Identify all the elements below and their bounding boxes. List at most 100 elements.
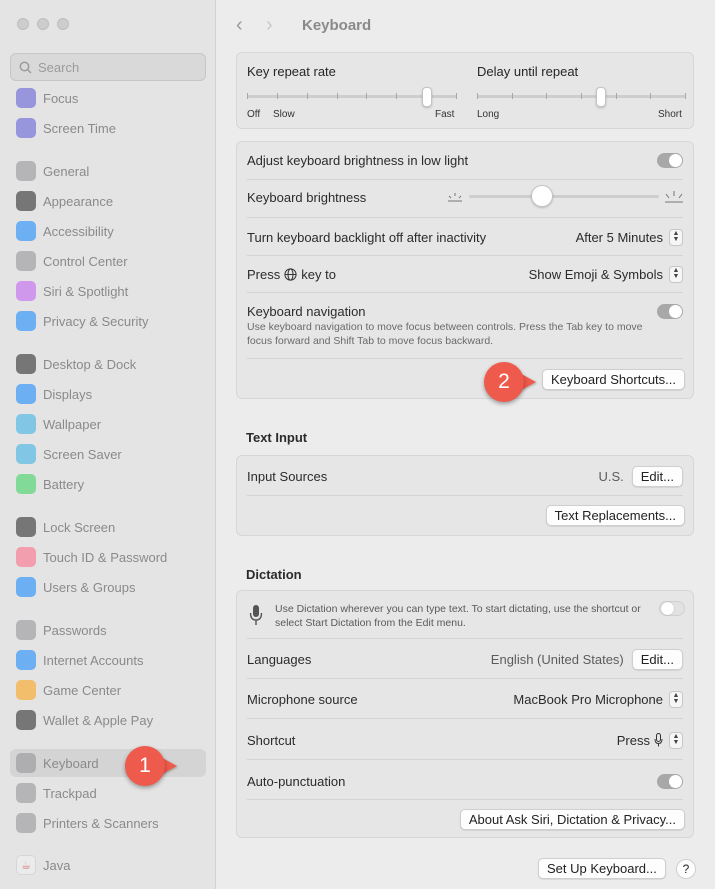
- auto-punctuation-toggle[interactable]: [657, 773, 683, 789]
- divider: [247, 179, 683, 180]
- sidebar-item-label: Wallpaper: [43, 416, 102, 432]
- sidebar: Search Focus Screen Time General Appearance…: [0, 0, 216, 889]
- search-placeholder: Search: [38, 59, 80, 75]
- microphone-source-row: Microphone source MacBook Pro Microphone…: [247, 689, 683, 709]
- sidebar-item-general[interactable]: General: [10, 157, 206, 185]
- fingerprint-icon: [16, 547, 36, 567]
- divider: [247, 759, 683, 760]
- sidebar-item-control-center[interactable]: Control Center: [10, 247, 206, 275]
- brightness-slider[interactable]: [469, 185, 659, 209]
- callout-step-2: 2: [484, 362, 536, 402]
- dictation-toggle[interactable]: [659, 601, 685, 616]
- shortcut-label: Shortcut: [247, 732, 296, 748]
- minimize-button[interactable]: [37, 18, 49, 30]
- delay-knob[interactable]: [596, 87, 606, 107]
- globe-key-select[interactable]: Show Emoji & Symbols ▲ ▼: [528, 265, 683, 283]
- keyboard-navigation-description: Use keyboard navigation to move focus be…: [247, 321, 643, 347]
- sidebar-item-privacy-security[interactable]: Privacy & Security: [10, 307, 206, 335]
- flower-icon: [16, 414, 36, 434]
- siri-icon: [16, 281, 36, 301]
- brightness-label: Keyboard brightness: [247, 189, 367, 205]
- sidebar-item-wallpaper[interactable]: Wallpaper: [10, 410, 206, 438]
- keyboard-navigation-toggle[interactable]: [657, 303, 683, 319]
- help-button[interactable]: ?: [676, 859, 696, 879]
- dictation-card: Use Dictation wherever you can type text…: [236, 590, 694, 838]
- input-sources-edit-button[interactable]: Edit...: [631, 465, 683, 487]
- sidebar-item-printers-scanners[interactable]: Printers & Scanners: [10, 809, 206, 837]
- gear-icon: [16, 161, 36, 181]
- zoom-button[interactable]: [57, 18, 69, 30]
- keyboard-shortcuts-button[interactable]: Keyboard Shortcuts...: [541, 369, 685, 390]
- shortcut-select[interactable]: Press ▲ ▼: [617, 731, 683, 749]
- sidebar-item-internet-accounts[interactable]: Internet Accounts: [10, 646, 206, 674]
- inactivity-select[interactable]: After 5 Minutes ▲ ▼: [575, 228, 683, 246]
- slider-tick: [581, 93, 582, 99]
- sidebar-item-label: Touch ID & Password: [43, 549, 168, 565]
- about-siri-dictation-privacy-button[interactable]: About Ask Siri, Dictation & Privacy...: [459, 809, 685, 830]
- text-input-title: Text Input: [246, 430, 308, 445]
- slider-tick: [396, 93, 397, 99]
- page-title: Keyboard: [302, 17, 372, 34]
- sidebar-item-users-groups[interactable]: Users & Groups: [10, 573, 206, 601]
- sidebar-item-battery[interactable]: Battery: [10, 470, 206, 498]
- sidebar-item-screen-saver[interactable]: Screen Saver: [10, 440, 206, 468]
- inactivity-value: After 5 Minutes: [575, 229, 663, 245]
- close-button[interactable]: [17, 18, 29, 30]
- sidebar-item-focus[interactable]: Focus: [10, 84, 206, 112]
- microphone-key-icon: [654, 733, 663, 747]
- set-up-keyboard-button[interactable]: Set Up Keyboard...: [538, 858, 666, 879]
- game-center-icon: [16, 680, 36, 700]
- delay-slider[interactable]: [477, 87, 686, 111]
- sidebar-item-lock-screen[interactable]: Lock Screen: [10, 513, 206, 541]
- updown-chevron-icon: ▲ ▼: [669, 731, 683, 749]
- sidebar-item-passwords[interactable]: Passwords: [10, 616, 206, 644]
- divider: [247, 255, 683, 256]
- divider: [247, 799, 683, 800]
- sidebar-item-displays[interactable]: Displays: [10, 380, 206, 408]
- main-pane: ‹ › Keyboard Key repeat rate Delay until…: [216, 0, 715, 889]
- toolbar: ‹ › Keyboard: [236, 14, 371, 37]
- screen-saver-icon: [16, 444, 36, 464]
- divider: [247, 638, 683, 639]
- text-replacements-button[interactable]: Text Replacements...: [545, 505, 685, 526]
- forward-icon[interactable]: ›: [266, 14, 296, 37]
- sidebar-item-label: Siri & Spotlight: [43, 283, 129, 299]
- microphone-source-select[interactable]: MacBook Pro Microphone ▲ ▼: [513, 690, 683, 708]
- languages-edit-button[interactable]: Edit...: [631, 648, 683, 670]
- sidebar-item-label: Wallet & Apple Pay: [43, 712, 154, 728]
- sidebar-item-game-center[interactable]: Game Center: [10, 676, 206, 704]
- sun-icon: [16, 384, 36, 404]
- microphone-source-label: Microphone source: [247, 691, 358, 707]
- callout-1-badge: 1: [125, 746, 165, 786]
- search-input[interactable]: Search: [10, 53, 206, 81]
- inactivity-label: Turn keyboard backlight off after inacti…: [247, 229, 487, 245]
- delay-label: Delay until repeat: [477, 64, 579, 79]
- sidebar-item-touch-id-password[interactable]: Touch ID & Password: [10, 543, 206, 571]
- slider-tick: [337, 93, 338, 99]
- adjust-brightness-toggle[interactable]: [657, 152, 683, 168]
- auto-punctuation-label: Auto-punctuation: [247, 773, 346, 789]
- sidebar-item-label: Displays: [43, 386, 93, 402]
- key-repeat-knob[interactable]: [422, 87, 432, 107]
- languages-row: Languages English (United States) Edit..…: [247, 648, 683, 670]
- sidebar-item-screen-time[interactable]: Screen Time: [10, 114, 206, 142]
- adjust-brightness-row: Adjust keyboard brightness in low light: [247, 151, 683, 169]
- updown-chevron-icon: ▲ ▼: [669, 265, 683, 283]
- accessibility-icon: [16, 221, 36, 241]
- text-input-card: Input Sources U.S. Edit... Text Replacem…: [236, 455, 694, 536]
- key-repeat-slider[interactable]: [247, 87, 457, 111]
- back-icon[interactable]: ‹: [236, 14, 266, 37]
- globe-key-value: Show Emoji & Symbols: [528, 266, 663, 282]
- sidebar-item-desktop-dock[interactable]: Desktop & Dock: [10, 350, 206, 378]
- wallet-icon: [16, 710, 36, 730]
- sidebar-item-java[interactable]: ☕ Java: [10, 851, 206, 879]
- sidebar-item-label: Trackpad: [43, 785, 97, 801]
- sidebar-item-siri-spotlight[interactable]: Siri & Spotlight: [10, 277, 206, 305]
- sidebar-item-appearance[interactable]: Appearance: [10, 187, 206, 215]
- sidebar-item-accessibility[interactable]: Accessibility: [10, 217, 206, 245]
- delay-short-label: Short: [658, 109, 682, 120]
- at-icon: [16, 650, 36, 670]
- brightness-knob[interactable]: [531, 185, 553, 207]
- hourglass-icon: [16, 118, 36, 138]
- sidebar-item-wallet-apple-pay[interactable]: Wallet & Apple Pay: [10, 706, 206, 734]
